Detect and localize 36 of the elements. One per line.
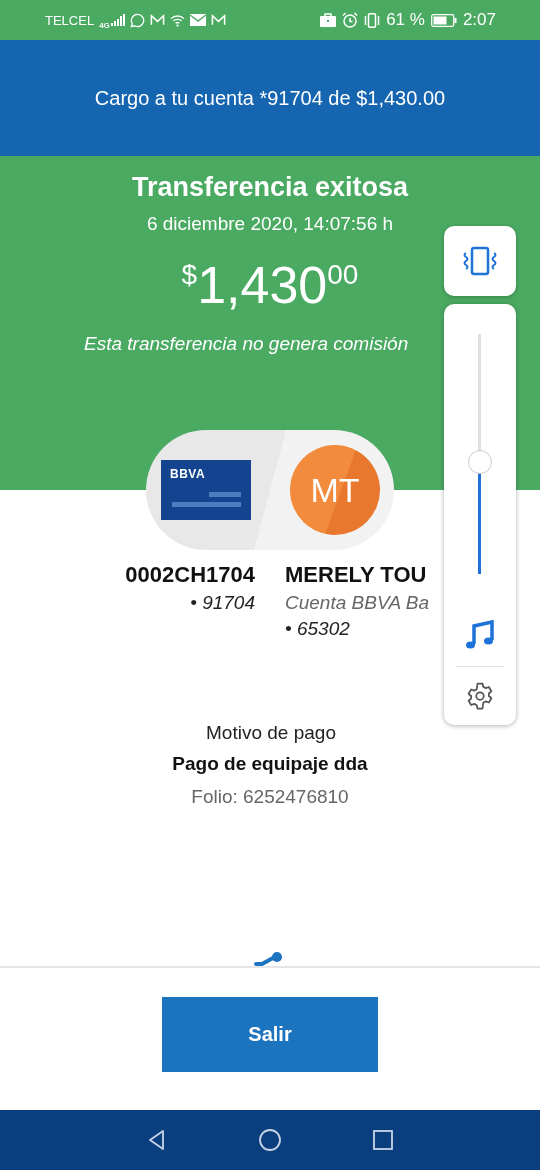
exit-button[interactable]: Salir	[162, 997, 378, 1072]
recents-icon[interactable]	[371, 1128, 396, 1152]
battery-percent: 61 %	[386, 10, 425, 30]
success-title: Transferencia exitosa	[131, 172, 409, 203]
reason-value: Pago de equipaje dda	[172, 753, 368, 775]
commission-note: Esta transferencia no genera comisión	[83, 333, 410, 355]
vibrate-icon	[364, 12, 381, 28]
home-icon[interactable]	[258, 1128, 282, 1152]
mail-icon	[210, 14, 226, 26]
bank-logo: BBVA	[170, 467, 206, 481]
folio-number: Folio: 6252476810	[191, 786, 349, 808]
alarm-icon	[342, 12, 359, 28]
header-title: Cargo a tu cuenta *91704 de $1,430.00	[94, 86, 446, 110]
transfer-date: 6 diciembre 2020, 14:07:56 h	[146, 213, 394, 235]
music-note-icon[interactable]	[463, 618, 497, 652]
mail-icon	[149, 14, 165, 26]
clock: 2:07	[462, 10, 496, 30]
destination-name: MERELY TOU	[285, 562, 428, 588]
destination-account: • 65302	[285, 618, 351, 640]
signal-icon	[110, 14, 125, 26]
wifi-icon	[169, 13, 185, 27]
amount-text: $^{$}$1,430$^{00}$	[181, 259, 359, 311]
slider-thumb[interactable]	[468, 450, 492, 475]
chat-icon	[129, 12, 145, 28]
battery-icon	[430, 13, 457, 27]
network-type: 4G	[99, 20, 110, 30]
origin-name: 0002CH1704	[124, 562, 255, 588]
reason-label: Motivo de pago	[206, 722, 336, 744]
vibrate-button[interactable]	[444, 226, 516, 296]
envelope-icon	[189, 14, 206, 26]
briefcase-icon	[320, 13, 337, 27]
avatar-initials: MT	[290, 445, 380, 535]
destination-bank: Cuenta BBVA Ba	[285, 592, 430, 614]
settings-icon[interactable]	[465, 681, 495, 711]
carrier-name: TELCEL	[45, 12, 95, 28]
origin-account: • 91704	[189, 592, 255, 614]
